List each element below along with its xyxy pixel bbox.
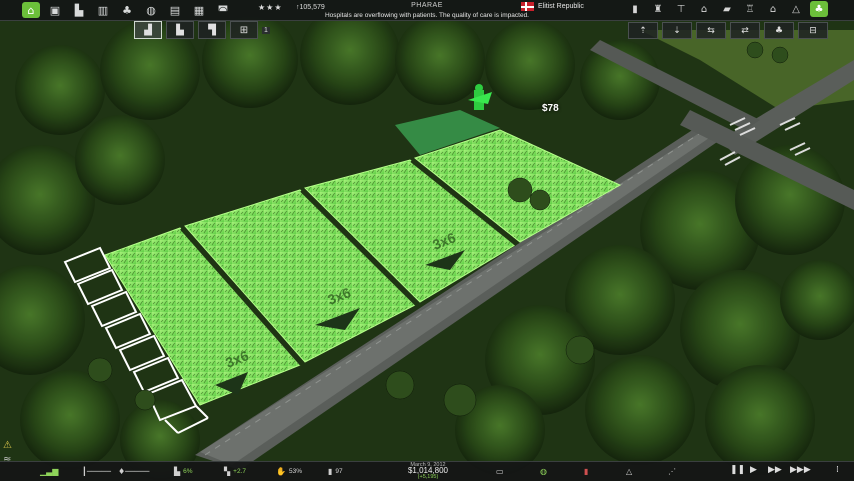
raise-icon[interactable]: ⇡ [628, 22, 658, 39]
globe-small-icon: ◍ [540, 467, 547, 476]
build-cost: $78 [542, 103, 559, 114]
treasury-delta: (+5,195) [417, 474, 439, 480]
stat-housing[interactable]: ▮ 97 [328, 467, 343, 476]
thumb-icon: ✋ [276, 467, 286, 476]
faction-indicator[interactable]: Elitist Republic [521, 2, 584, 11]
farm-small-button[interactable]: ▟ [134, 21, 162, 39]
pillar-icon: ▮ [328, 467, 333, 476]
notification-text[interactable]: Hospitals are overflowing with patients.… [0, 12, 854, 19]
thermometer-icon: ┃───── [82, 467, 111, 476]
rotate-right-icon[interactable]: ⇄ [730, 22, 760, 39]
water-slider[interactable]: ♦───── [118, 467, 149, 476]
chart-icon: ⋰ [668, 467, 676, 476]
power-graph[interactable]: ▁▃▆ [40, 467, 58, 476]
rotate-left-icon[interactable]: ⇆ [696, 22, 726, 39]
fastest-button[interactable]: ▶▶▶ [790, 465, 811, 475]
diplomacy-button[interactable]: ◍ [540, 467, 547, 476]
play-button[interactable]: ▶ [750, 465, 757, 475]
money-icon: ▭ [496, 467, 504, 476]
edict-icon: ▮ [584, 467, 589, 476]
drop-icon: ♦───── [118, 467, 150, 476]
lower-icon[interactable]: ⇣ [662, 22, 692, 39]
budget-button[interactable]: ▭ [496, 467, 504, 476]
trees-icon[interactable]: ♣ [764, 22, 794, 39]
bars-icon: ▁▃▆ [40, 467, 59, 476]
triangle-small-icon: △ [626, 467, 633, 476]
stat-approval[interactable]: ✋ 53% [276, 467, 302, 476]
stat-unemployment[interactable]: ▙ 6% [174, 467, 193, 476]
road-icon[interactable]: ⊟ [798, 22, 828, 39]
faction-name: Elitist Republic [538, 3, 584, 10]
farm-medium-button[interactable]: ▙ [166, 21, 194, 39]
alerts-button[interactable]: △ [626, 467, 632, 476]
menu-button[interactable]: ⁞ [836, 465, 839, 475]
growth-icon: ▚ [224, 467, 231, 476]
pause-button[interactable]: ❚❚ [730, 465, 745, 475]
cycle-layout-button[interactable]: ⊞ [230, 21, 258, 39]
tool-bar: ⇡ ⇣ ⇆ ⇄ ♣ ⊟ [628, 22, 828, 39]
temperature-slider[interactable]: ┃───── [82, 467, 111, 476]
stat-growth[interactable]: ▚ +2.7 [224, 467, 246, 476]
build-submenu: ▟ ▙ ▜ ⊞ 1 [134, 21, 270, 39]
bottom-bar: ▁▃▆ ┃───── ♦───── ▙ 6% ▚ +2.7 ✋ 53% ▮ 97… [0, 461, 854, 481]
farm-large-button[interactable]: ▜ [198, 21, 226, 39]
edicts-button[interactable]: ▮ [584, 467, 588, 476]
building-count: 1 [262, 26, 270, 34]
terrain-scene[interactable] [0, 0, 854, 480]
game-viewport[interactable] [0, 0, 854, 480]
fast-button[interactable]: ▶▶ [768, 465, 782, 475]
warning-icon[interactable]: ⚠ [3, 440, 12, 451]
flag-icon [521, 2, 534, 11]
factory-small-icon: ▙ [174, 467, 181, 476]
overview-button[interactable]: ⋰ [668, 467, 676, 476]
